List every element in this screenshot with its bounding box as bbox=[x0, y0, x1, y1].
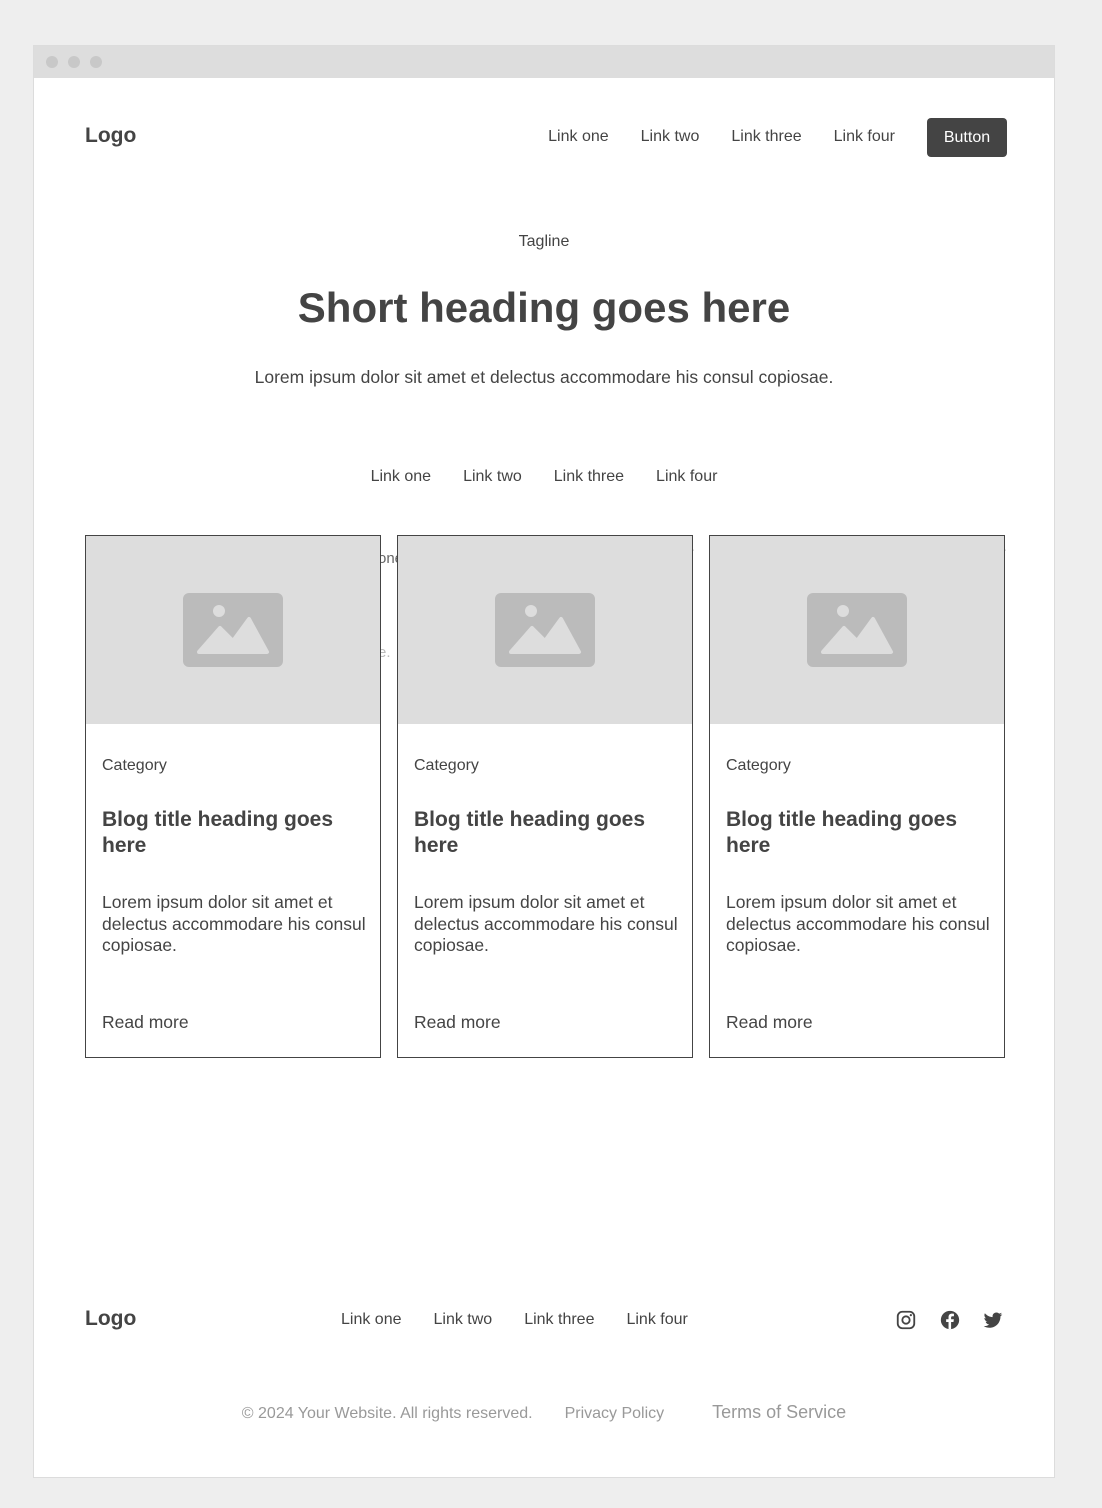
filter-link-three[interactable]: Link three bbox=[554, 468, 624, 486]
window-dot-icon bbox=[90, 56, 102, 68]
image-placeholder-icon bbox=[495, 593, 595, 667]
footer-nav: Link one Link two Link three Link four bbox=[341, 1311, 688, 1329]
category-filter-links: Link one Link two Link three Link four bbox=[34, 468, 1054, 486]
hero-description: Lorem ipsum dolor sit amet et delectus a… bbox=[254, 367, 834, 387]
filter-link-four[interactable]: Link four bbox=[656, 468, 717, 486]
card-image bbox=[710, 536, 1004, 724]
footer-logo[interactable]: Logo bbox=[85, 1307, 136, 1331]
card-title[interactable]: Blog title heading goes here bbox=[726, 807, 991, 859]
hero-tagline: Tagline bbox=[518, 233, 570, 250]
browser-window: Logo Link one Link two Link three Link f… bbox=[33, 45, 1055, 1478]
window-dot-icon bbox=[46, 56, 58, 68]
facebook-icon[interactable] bbox=[939, 1309, 961, 1331]
blog-card[interactable]: Category Blog title heading goes here Lo… bbox=[85, 535, 381, 1058]
card-image bbox=[398, 536, 692, 724]
header-nav: Link one Link two Link three Link four bbox=[548, 128, 895, 146]
card-image bbox=[86, 536, 380, 724]
window-dot-icon bbox=[68, 56, 80, 68]
card-title[interactable]: Blog title heading goes here bbox=[414, 807, 679, 859]
footer-link-three[interactable]: Link three bbox=[524, 1311, 594, 1329]
nav-link-three[interactable]: Link three bbox=[731, 128, 801, 146]
instagram-icon[interactable] bbox=[895, 1309, 917, 1331]
footer-link-four[interactable]: Link four bbox=[626, 1311, 687, 1329]
blog-card[interactable]: Category Blog title heading goes here Lo… bbox=[397, 535, 693, 1058]
card-category: Category bbox=[726, 757, 791, 774]
footer-link-one[interactable]: Link one bbox=[341, 1311, 402, 1329]
copyright-text: © 2024 Your Website. All rights reserved… bbox=[241, 1405, 533, 1422]
filter-link-one[interactable]: Link one bbox=[371, 468, 432, 486]
nav-link-two[interactable]: Link two bbox=[641, 128, 700, 146]
card-category: Category bbox=[414, 757, 479, 774]
twitter-icon[interactable] bbox=[982, 1309, 1004, 1331]
footer-link-two[interactable]: Link two bbox=[434, 1311, 493, 1329]
read-more-link[interactable]: Read more bbox=[102, 1012, 189, 1033]
card-title[interactable]: Blog title heading goes here bbox=[102, 807, 367, 859]
terms-of-service-link[interactable]: Terms of Service bbox=[712, 1402, 846, 1423]
read-more-link[interactable]: Read more bbox=[726, 1012, 813, 1033]
image-placeholder-icon bbox=[183, 593, 283, 667]
card-category: Category bbox=[102, 757, 167, 774]
image-placeholder-icon bbox=[807, 593, 907, 667]
nav-link-one[interactable]: Link one bbox=[548, 128, 609, 146]
hero-heading: Short heading goes here bbox=[297, 284, 791, 331]
blog-card[interactable]: Category Blog title heading goes here Lo… bbox=[709, 535, 1005, 1058]
footer-legal: © 2024 Your Website. All rights reserved… bbox=[34, 1402, 1054, 1423]
window-titlebar bbox=[34, 46, 1054, 78]
card-description: Lorem ipsum dolor sit amet et delectus a… bbox=[102, 892, 366, 955]
privacy-policy-link[interactable]: Privacy Policy bbox=[565, 1405, 665, 1423]
read-more-link[interactable]: Read more bbox=[414, 1012, 501, 1033]
card-description: Lorem ipsum dolor sit amet et delectus a… bbox=[726, 892, 990, 955]
nav-link-four[interactable]: Link four bbox=[834, 128, 895, 146]
header-logo[interactable]: Logo bbox=[85, 124, 136, 148]
card-description: Lorem ipsum dolor sit amet et delectus a… bbox=[414, 892, 678, 955]
header-button[interactable]: Button bbox=[927, 118, 1007, 157]
filter-link-two[interactable]: Link two bbox=[463, 468, 522, 486]
